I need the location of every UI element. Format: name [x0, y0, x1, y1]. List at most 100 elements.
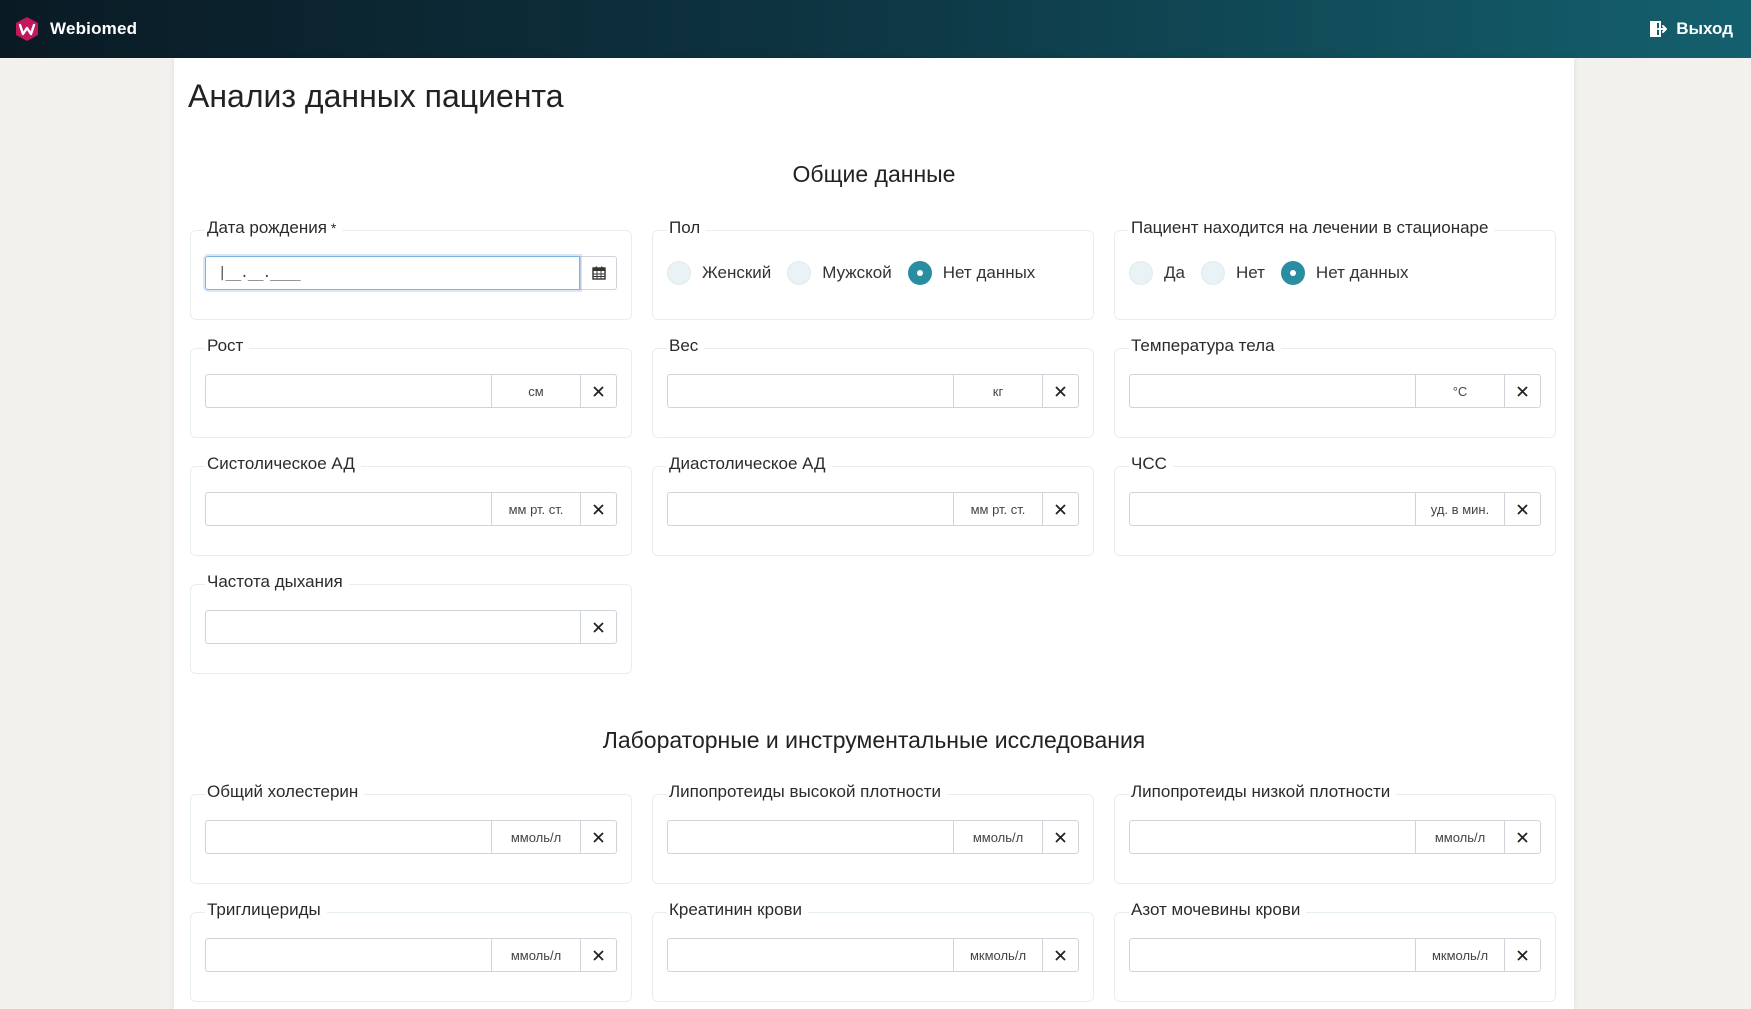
field-group-creatinine: Креатинин крови мкмоль/л [652, 900, 1094, 1002]
webiomed-logo-icon [16, 17, 38, 41]
height-label: Рост [205, 336, 250, 356]
triglycerides-label: Триглицериды [205, 900, 327, 920]
diastolic-unit: мм рт. ст. [953, 492, 1042, 526]
systolic-unit: мм рт. ст. [491, 492, 580, 526]
top-navbar: Webiomed Выход [0, 0, 1751, 58]
field-group-ldl: Липопротеиды низкой плотности ммоль/л [1114, 782, 1556, 884]
diastolic-input[interactable] [667, 492, 953, 526]
radio-male[interactable] [787, 261, 812, 285]
ldl-unit: ммоль/л [1415, 820, 1504, 854]
cholesterol-input[interactable] [205, 820, 491, 854]
heart-rate-unit: уд. в мин. [1415, 492, 1504, 526]
weight-clear-button[interactable] [1042, 374, 1079, 408]
close-icon [593, 949, 604, 961]
height-input[interactable] [205, 374, 491, 408]
close-icon [1517, 503, 1528, 515]
radio-no-data[interactable] [907, 261, 932, 285]
inpatient-option-no-data[interactable]: Нет данных [1280, 261, 1409, 285]
section-title-lab: Лабораторные и инструментальные исследов… [602, 727, 1146, 753]
radio-label: Нет данных [1315, 263, 1409, 282]
logout-label: Выход [1676, 19, 1733, 38]
radio-label: Нет [1235, 263, 1265, 282]
heart-rate-clear-button[interactable] [1504, 492, 1541, 526]
radio-no-data[interactable] [1280, 261, 1305, 285]
close-icon [1055, 831, 1066, 843]
field-group-birth-date: Дата рождения * |__.__.____ [190, 218, 632, 320]
creatinine-input[interactable] [667, 938, 953, 972]
field-group-hdl: Липопротеиды высокой плотности ммоль/л [652, 782, 1094, 884]
radio-no[interactable] [1200, 261, 1225, 285]
radio-female[interactable] [667, 261, 691, 285]
close-icon [593, 621, 604, 633]
creatinine-clear-button[interactable] [1042, 938, 1079, 972]
close-icon [1055, 949, 1066, 961]
systolic-clear-button[interactable] [580, 492, 617, 526]
sex-option-female[interactable]: Женский [667, 261, 771, 285]
inpatient-option-yes[interactable]: Да [1129, 261, 1185, 285]
heart-rate-label: ЧСС [1129, 454, 1173, 474]
field-group-temperature: Температура тела °C [1114, 336, 1556, 438]
hdl-input[interactable] [667, 820, 953, 854]
birth-date-input[interactable]: |__.__.____ [205, 256, 580, 290]
radio-label: Женский [702, 263, 772, 282]
temperature-clear-button[interactable] [1504, 374, 1541, 408]
ldl-label: Липопротеиды низкой плотности [1129, 782, 1397, 802]
temperature-unit: °C [1415, 374, 1504, 408]
weight-input[interactable] [667, 374, 953, 408]
cholesterol-unit: ммоль/л [491, 820, 580, 854]
ldl-clear-button[interactable] [1504, 820, 1541, 854]
sex-option-no-data[interactable]: Нет данных [907, 261, 1035, 285]
triglycerides-unit: ммоль/л [491, 938, 580, 972]
patient-analysis-card: Анализ данных пациента Общие данные Дата… [174, 58, 1574, 1009]
urea-label: Азот мочевины крови [1129, 900, 1307, 920]
sex-label: Пол [667, 218, 707, 238]
required-mark: * [330, 220, 337, 236]
heart-rate-input[interactable] [1129, 492, 1415, 526]
urea-clear-button[interactable] [1504, 938, 1541, 972]
logout-icon [1650, 21, 1668, 37]
close-icon [1517, 949, 1528, 961]
close-icon [1055, 503, 1066, 515]
section-title-general: Общие данные [792, 161, 956, 187]
close-icon [593, 385, 604, 397]
systolic-input[interactable] [205, 492, 491, 526]
inpatient-option-no[interactable]: Нет [1200, 261, 1265, 285]
field-group-cholesterol: Общий холестерин ммоль/л [190, 782, 632, 884]
field-group-resp-rate: Частота дыхания [190, 572, 632, 674]
field-group-urea: Азот мочевины крови мкмоль/л [1114, 900, 1556, 1002]
close-icon [593, 831, 604, 843]
close-icon [593, 503, 604, 515]
birth-date-label: Дата рождения * [205, 218, 343, 238]
cholesterol-clear-button[interactable] [580, 820, 617, 854]
close-icon [1517, 831, 1528, 843]
height-unit: см [491, 374, 580, 408]
logout-button[interactable]: Выход [1649, 16, 1733, 42]
radio-yes[interactable] [1129, 261, 1153, 285]
calendar-button[interactable] [580, 256, 617, 290]
radio-label: Мужской [822, 263, 892, 282]
triglycerides-input[interactable] [205, 938, 491, 972]
height-clear-button[interactable] [580, 374, 617, 408]
diastolic-label: Диастолическое АД [667, 454, 832, 474]
inpatient-label: Пациент находится на лечении в стационар… [1129, 218, 1495, 238]
urea-input[interactable] [1129, 938, 1415, 972]
radio-label: Да [1164, 263, 1185, 282]
sex-option-male[interactable]: Мужской [787, 261, 892, 285]
resp-rate-input[interactable] [205, 610, 580, 644]
systolic-label: Систолическое АД [205, 454, 361, 474]
triglycerides-clear-button[interactable] [580, 938, 617, 972]
creatinine-label: Креатинин крови [667, 900, 809, 920]
brand-name: Webiomed [50, 19, 138, 38]
hdl-clear-button[interactable] [1042, 820, 1079, 854]
creatinine-unit: мкмоль/л [953, 938, 1042, 972]
temperature-label: Температура тела [1129, 336, 1281, 356]
field-group-height: Рост см [190, 336, 632, 438]
ldl-input[interactable] [1129, 820, 1415, 854]
temperature-input[interactable] [1129, 374, 1415, 408]
diastolic-clear-button[interactable] [1042, 492, 1079, 526]
brand-link[interactable]: Webiomed [14, 15, 137, 43]
field-group-systolic: Систолическое АД мм рт. ст. [190, 454, 632, 556]
calendar-icon [591, 266, 606, 280]
resp-rate-clear-button[interactable] [580, 610, 617, 644]
hdl-unit: ммоль/л [953, 820, 1042, 854]
